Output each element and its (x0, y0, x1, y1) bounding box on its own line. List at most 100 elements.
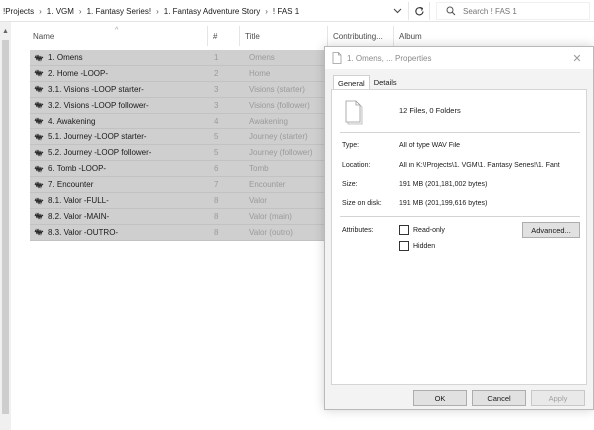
cancel-button[interactable]: Cancel (472, 390, 526, 406)
attributes-label: Attributes: (342, 227, 374, 234)
dialog-titlebar[interactable]: 1. Omens, ... Properties ✕ (325, 47, 593, 69)
file-name-label: 2. Home -LOOP- (48, 68, 109, 78)
file-name-label: 6. Tomb -LOOP- (48, 164, 107, 174)
refresh-icon (414, 6, 424, 15)
list-item[interactable]: 5.2. Journey -LOOP follower- 5 Journey (fo… (30, 145, 330, 162)
tab-general[interactable]: General (333, 75, 370, 90)
type-value: All of type WAV File (399, 142, 461, 149)
list-item[interactable]: 5.1. Journey -LOOP starter- 5 Journey (sta… (30, 129, 330, 146)
refresh-button[interactable] (408, 2, 430, 20)
file-list: 1. Omens 1 Omens 2. Home -LOOP- 2 Home 3.1. Vi… (30, 50, 330, 241)
column-header-name[interactable]: Name ^ (28, 26, 208, 46)
track-number: 3 (214, 84, 219, 94)
column-header-number-label: # (213, 31, 218, 41)
list-item[interactable]: 8.1. Valor -FULL- 8 Valor (30, 193, 330, 209)
file-name-label: 8.3. Valor -OUTRO- (48, 227, 119, 237)
file-name: 5.1. Journey -LOOP starter- (34, 129, 147, 144)
file-name: 7. Encounter (34, 177, 93, 192)
list-item[interactable]: 4. Awakening 4 Awakening (30, 113, 330, 130)
file-count-text: 12 Files, 0 Folders (399, 106, 461, 115)
file-name: 4. Awakening (34, 114, 95, 129)
divider (340, 132, 580, 133)
file-name: 1. Omens (34, 50, 83, 65)
chevron-down-icon[interactable] (389, 0, 405, 22)
breadcrumb-separator-icon: › (265, 6, 268, 16)
file-name-label: 5.2. Journey -LOOP follower- (48, 148, 152, 158)
audio-file-icon (34, 197, 44, 205)
track-number: 1 (214, 53, 219, 62)
track-number: 8 (214, 196, 219, 206)
location-label: Location: (342, 162, 371, 169)
scroll-up-icon[interactable]: ▲ (2, 28, 9, 35)
list-item[interactable]: 8.3. Valor -OUTRO- 8 Valor (outro) (30, 224, 330, 241)
scrollbar-thumb[interactable] (2, 40, 9, 414)
audio-file-icon (34, 228, 44, 237)
vertical-scrollbar[interactable]: ▲ (0, 22, 11, 430)
breadcrumb-item-vgm[interactable]: 1. VGM (47, 7, 74, 16)
sort-up-icon: ^ (115, 27, 119, 34)
hidden-label: Hidden (413, 243, 436, 250)
audio-file-icon (34, 133, 44, 141)
file-name: 5.2. Journey -LOOP follower- (34, 145, 151, 160)
list-item[interactable]: 6. Tomb -LOOP- 6 Tomb (30, 161, 330, 178)
list-item[interactable]: 3.1. Visions -LOOP starter- 3 Visions (sta… (30, 81, 330, 98)
breadcrumb-item-fas-1[interactable]: ! FAS 1 (273, 7, 299, 16)
track-title: Valor (outro) (249, 227, 293, 237)
size-value: 191 MB (201,181,002 bytes) (399, 181, 488, 188)
list-item[interactable]: 7. Encounter 7 Encounter (30, 177, 330, 194)
audio-file-icon (34, 149, 44, 157)
hidden-checkbox[interactable] (399, 241, 409, 251)
divider (340, 216, 580, 217)
list-item[interactable]: 3.2. Visions -LOOP follower- 3 Visions (fo… (30, 97, 330, 114)
track-number: 8 (214, 227, 219, 237)
search-input[interactable] (463, 6, 583, 16)
breadcrumb-item-fantasy-series[interactable]: 1. Fantasy Series! (87, 7, 151, 16)
audio-file-icon (34, 212, 44, 221)
breadcrumb-separator-icon: › (39, 6, 42, 16)
audio-file-icon (34, 85, 44, 94)
breadcrumb-item-fantasy-adventure-story[interactable]: 1. Fantasy Adventure Story (164, 7, 261, 16)
file-icon (332, 52, 342, 64)
column-header-title[interactable]: Title (240, 26, 328, 46)
column-header-contributing[interactable]: Contributing... (328, 26, 394, 46)
column-header-number[interactable]: # (208, 26, 240, 46)
file-name-label: 5.1. Journey -LOOP starter- (48, 132, 147, 142)
file-name-label: 8.1. Valor -FULL- (48, 196, 109, 206)
size-on-disk-label: Size on disk: (342, 200, 382, 207)
track-number: 5 (214, 132, 219, 142)
list-item[interactable]: 8.2. Valor -MAIN- 8 Valor (main) (30, 208, 330, 225)
search-box[interactable] (436, 2, 590, 20)
read-only-checkbox[interactable] (399, 225, 409, 235)
column-header-album[interactable]: Album (394, 26, 454, 46)
list-item[interactable]: 1. Omens 1 Omens (30, 50, 330, 66)
track-title: Journey (starter) (249, 132, 308, 142)
file-name: 2. Home -LOOP- (34, 66, 108, 81)
list-item[interactable]: 2. Home -LOOP- 2 Home (30, 65, 330, 82)
location-value: All in K:\!Projects\1. VGM\1. Fantasy Se… (399, 162, 560, 169)
track-title: Valor (249, 196, 268, 206)
apply-button[interactable]: Apply (531, 390, 585, 406)
type-label: Type: (342, 142, 360, 149)
multiple-files-icon (345, 100, 363, 125)
file-name-label: 3.1. Visions -LOOP starter- (48, 84, 144, 94)
dialog-title: 1. Omens, ... Properties (347, 53, 432, 63)
audio-file-icon (34, 101, 44, 109)
audio-file-icon (34, 117, 44, 125)
breadcrumb-item-projects[interactable]: !Projects (3, 7, 34, 16)
file-name-label: 1. Omens (48, 53, 83, 62)
track-number: 7 (214, 180, 219, 190)
track-title: Visions (follower) (249, 100, 310, 110)
audio-file-icon (34, 165, 44, 173)
tab-details[interactable]: Details (370, 75, 401, 89)
advanced-button[interactable]: Advanced... (522, 222, 580, 238)
track-number: 8 (214, 211, 219, 221)
close-icon[interactable]: ✕ (569, 50, 585, 66)
column-header-album-label: Album (399, 31, 422, 41)
track-number: 3 (214, 100, 219, 110)
track-title: Tomb (249, 164, 269, 174)
track-title: Encounter (249, 180, 286, 190)
column-header-row: Name ^ # Title Contributing... Album (28, 26, 594, 46)
file-name-label: 4. Awakening (48, 116, 96, 126)
file-name: 6. Tomb -LOOP- (34, 161, 106, 176)
ok-button[interactable]: OK (413, 390, 467, 406)
